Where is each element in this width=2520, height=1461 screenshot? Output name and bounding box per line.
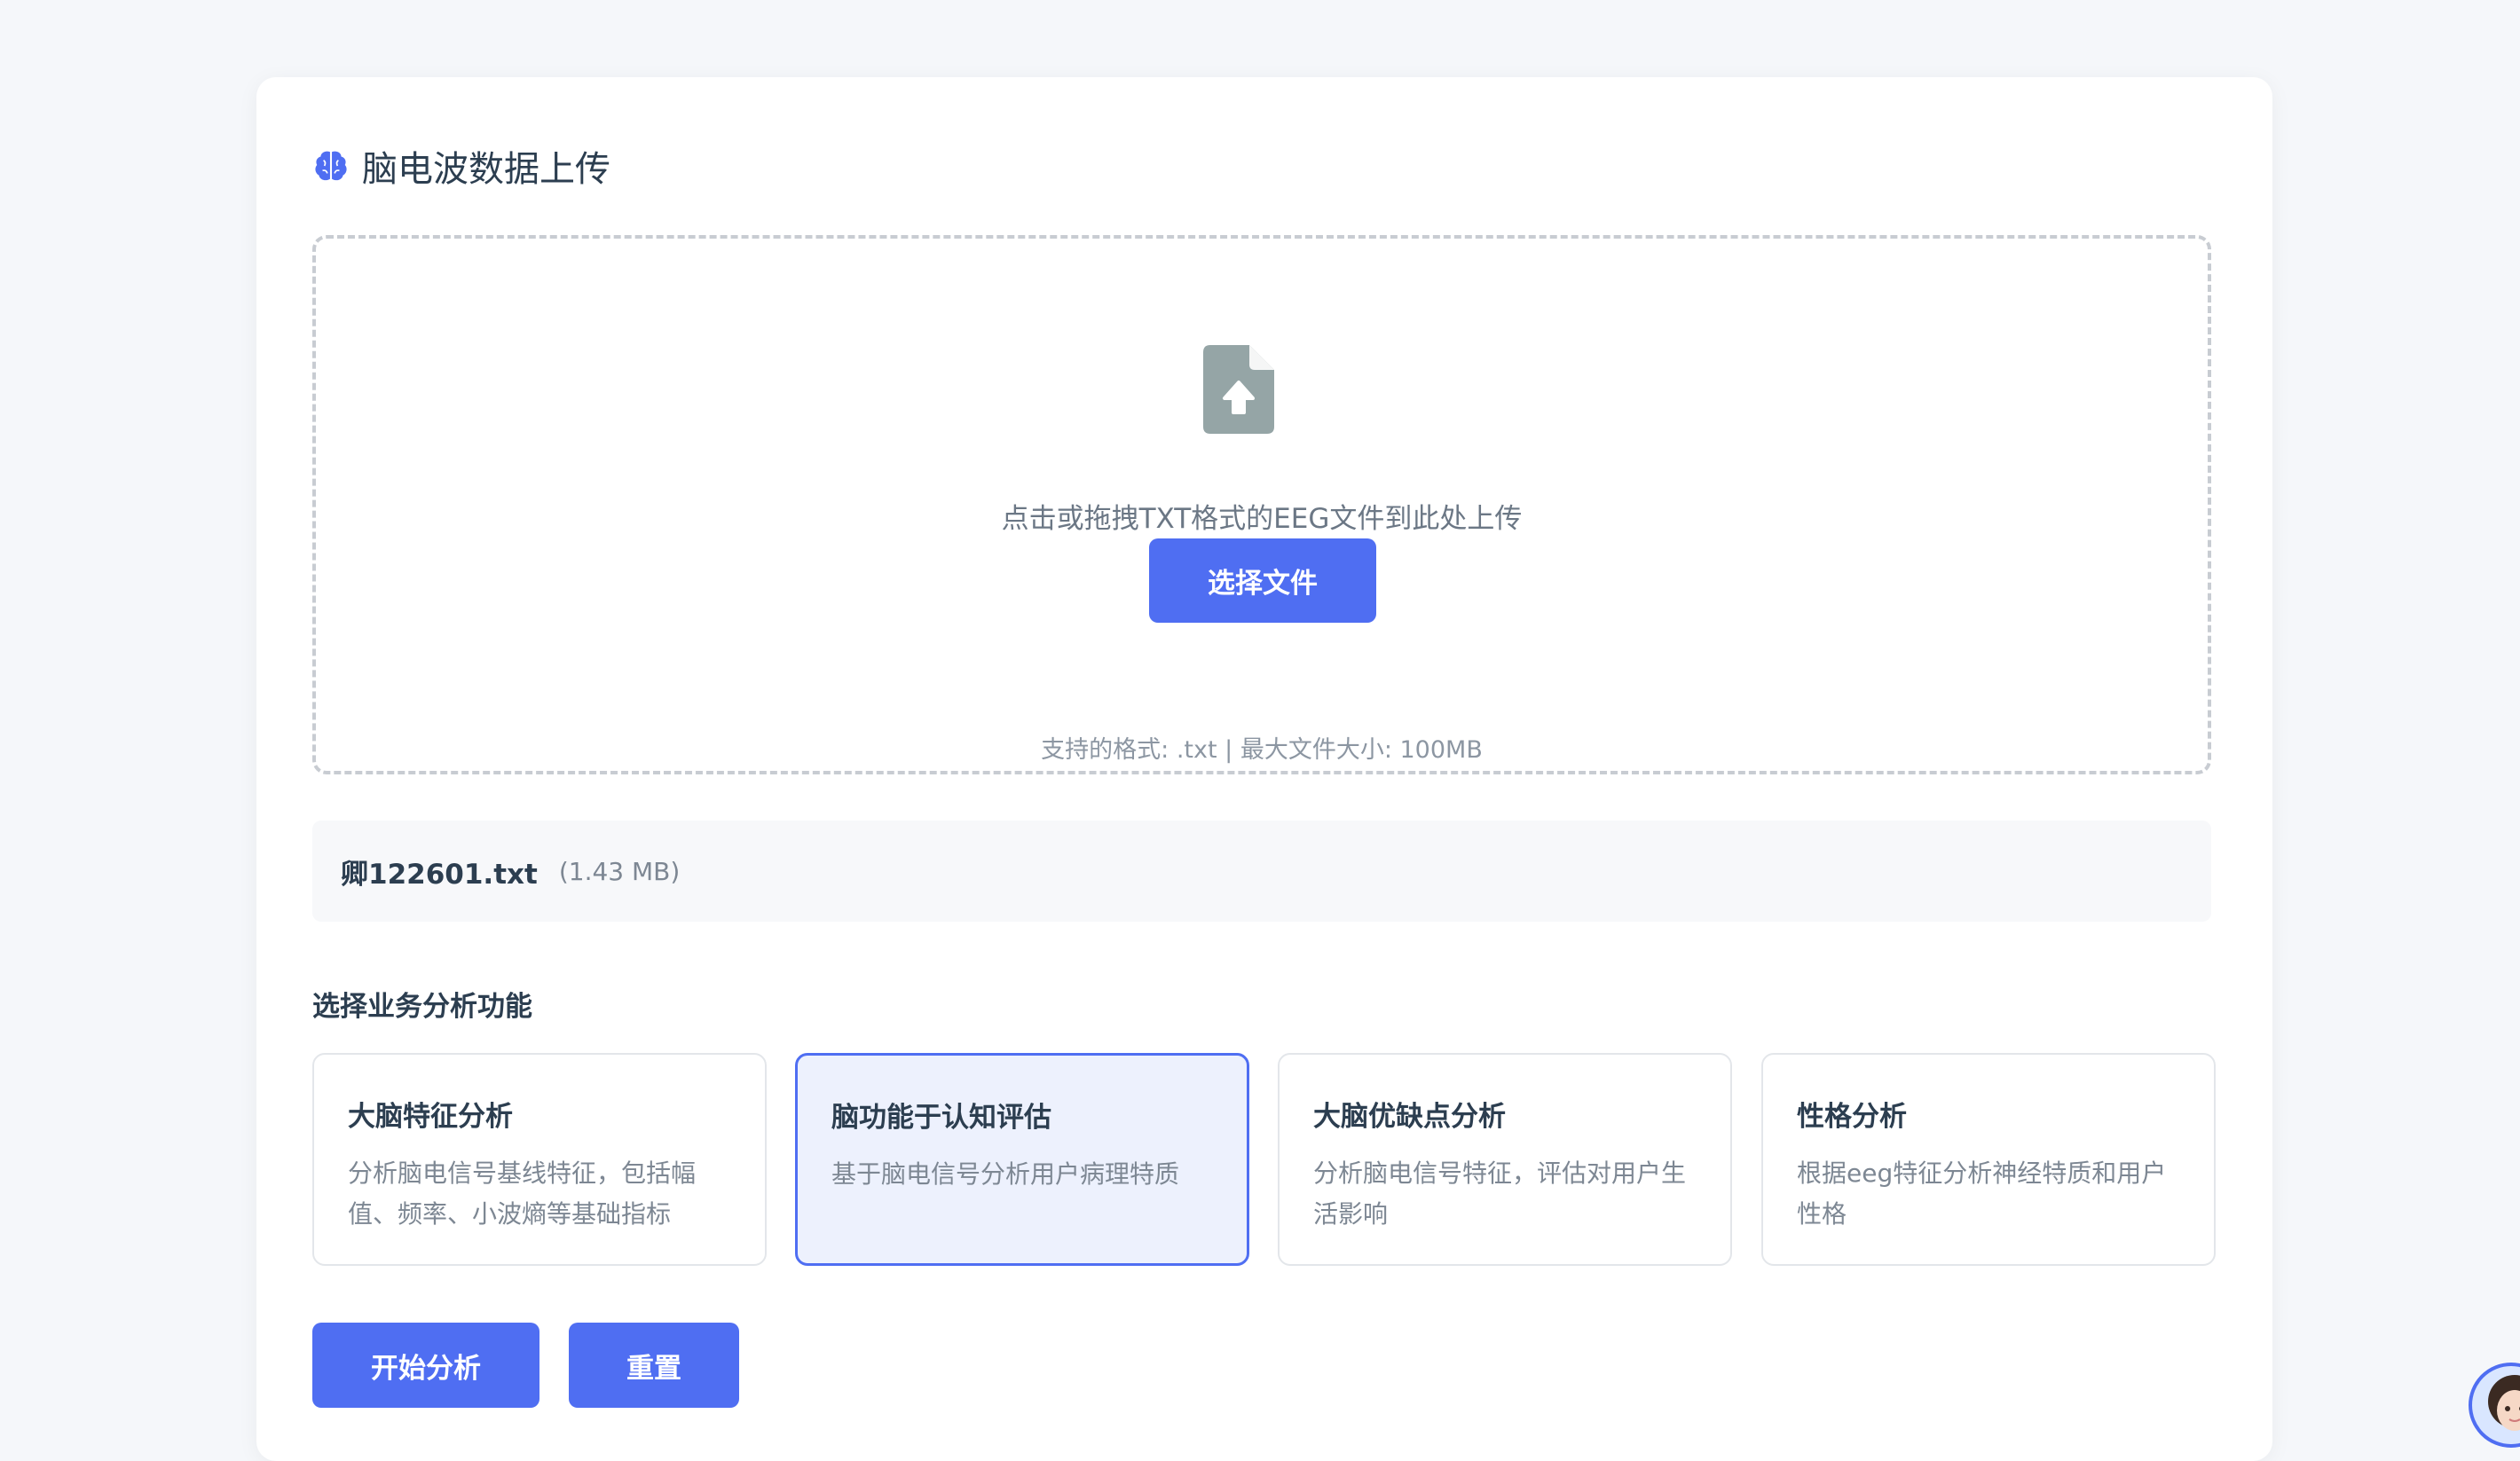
file-upload-icon <box>1203 345 1274 434</box>
function-card-desc: 分析脑电信号特征，评估对用户生活影响 <box>1313 1159 1687 1229</box>
function-card-title: 大脑特征分析 <box>348 1101 513 1133</box>
start-analysis-button[interactable]: 开始分析 <box>312 1323 539 1408</box>
page-header: 脑电波数据上传 <box>312 139 610 192</box>
file-size: (1.43 MB) <box>558 856 681 886</box>
function-card-desc: 分析脑电信号基线特征，包括幅值、频率、小波熵等基础指标 <box>348 1159 697 1229</box>
function-card-title: 性格分析 <box>1797 1101 1907 1133</box>
brain-icon <box>315 151 347 181</box>
file-name: 卿122601.txt <box>341 858 538 891</box>
reset-button[interactable]: 重置 <box>569 1323 739 1408</box>
file-dropzone[interactable]: 点击或拖拽TXT格式的EEG文件到此处上传 选择文件 支持的格式: .txt |… <box>312 235 2211 774</box>
function-card-desc: 基于脑电信号分析用户病理特质 <box>831 1159 1180 1189</box>
selected-file-info: 卿122601.txt (1.43 MB) <box>312 821 2211 922</box>
function-card-desc: 根据eeg特征分析神经特质和用户性格 <box>1797 1159 2167 1229</box>
dropzone-prompt: 点击或拖拽TXT格式的EEG文件到此处上传 <box>1001 503 1523 535</box>
function-card-cognitive-assessment[interactable]: 脑功能于认知评估 基于脑电信号分析用户病理特质 <box>795 1053 1249 1266</box>
function-card-personality[interactable]: 性格分析 根据eeg特征分析神经特质和用户性格 <box>1761 1053 2216 1266</box>
choose-file-button[interactable]: 选择文件 <box>1149 538 1376 623</box>
function-card-title: 大脑优缺点分析 <box>1313 1101 1506 1133</box>
function-section-label: 选择业务分析功能 <box>312 991 532 1023</box>
assistant-avatar[interactable] <box>2469 1363 2520 1448</box>
page-title: 脑电波数据上传 <box>362 149 610 190</box>
function-card-title: 脑功能于认知评估 <box>831 1102 1051 1134</box>
avatar-icon <box>2488 1375 2520 1431</box>
upload-card: 脑电波数据上传 点击或拖拽TXT格式的EEG文件到此处上传 选择文件 支持的格式… <box>256 77 2272 1461</box>
function-card-brain-features[interactable]: 大脑特征分析 分析脑电信号基线特征，包括幅值、频率、小波熵等基础指标 <box>312 1053 767 1266</box>
function-card-strengths-weaknesses[interactable]: 大脑优缺点分析 分析脑电信号特征，评估对用户生活影响 <box>1278 1053 1732 1266</box>
upload-format-hint: 支持的格式: .txt | 最大文件大小: 100MB <box>1041 736 1483 764</box>
